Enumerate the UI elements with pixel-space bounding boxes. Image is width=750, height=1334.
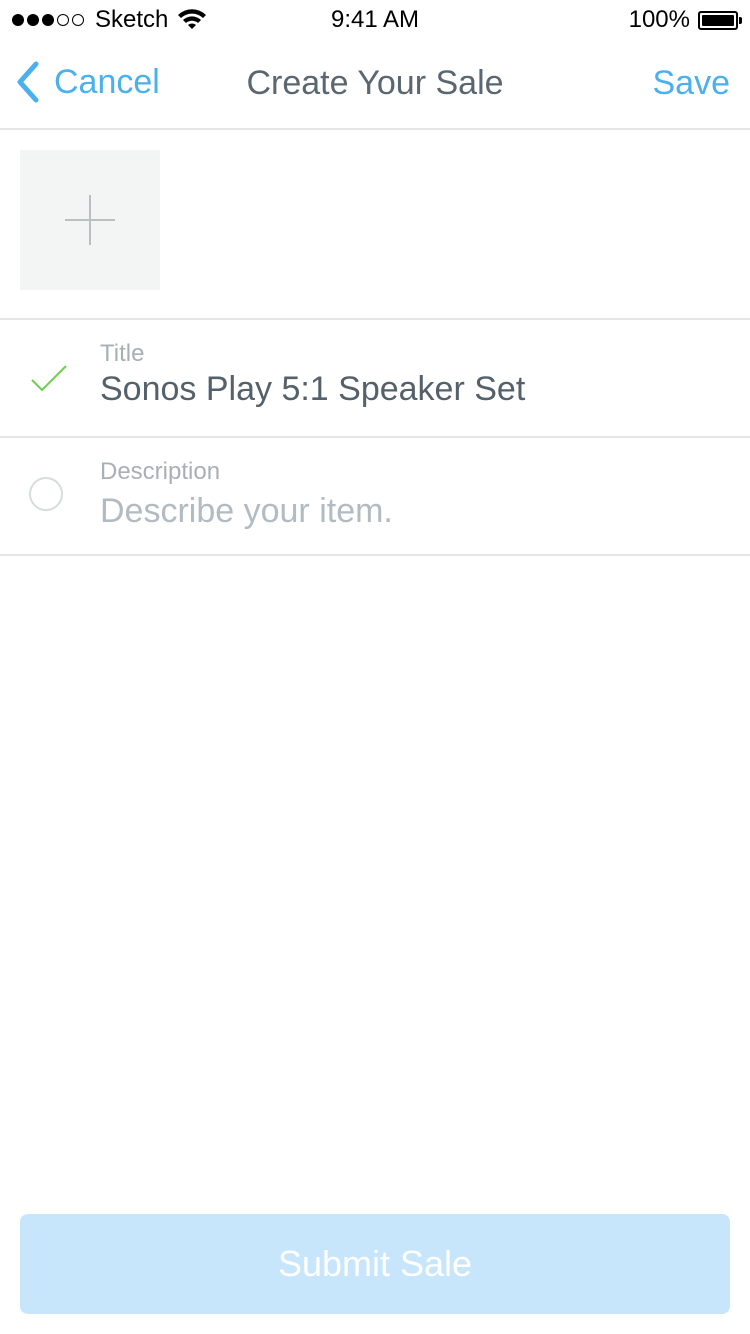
title-field[interactable]: Title Sonos Play 5:1 Speaker Set: [0, 320, 750, 438]
status-right: 100%: [628, 6, 742, 34]
create-sale-screen: Sketch 9:41 AM 100% Cancel Create Your S…: [0, 0, 750, 1334]
battery-tip: [739, 16, 742, 24]
add-photo-button[interactable]: [20, 150, 160, 290]
description-label: Description: [100, 458, 221, 485]
empty-circle-icon: [29, 477, 63, 511]
battery-fill: [702, 14, 734, 26]
plus-vertical: [89, 195, 91, 245]
save-button[interactable]: Save: [653, 64, 731, 103]
title-label: Title: [100, 340, 145, 367]
photo-section: [0, 130, 750, 320]
battery-icon: [698, 10, 742, 30]
title-value[interactable]: Sonos Play 5:1 Speaker Set: [100, 370, 525, 409]
page-title: Create Your Sale: [246, 64, 504, 102]
navigation-bar: Cancel Create Your Sale Save: [0, 40, 750, 130]
submit-sale-button[interactable]: Submit Sale: [20, 1214, 730, 1314]
battery-percent: 100%: [628, 6, 690, 33]
checkmark-icon: [31, 365, 67, 392]
description-field[interactable]: Description Describe your item.: [0, 438, 750, 556]
description-input[interactable]: Describe your item.: [100, 492, 393, 531]
status-bar: Sketch 9:41 AM 100%: [0, 0, 750, 40]
